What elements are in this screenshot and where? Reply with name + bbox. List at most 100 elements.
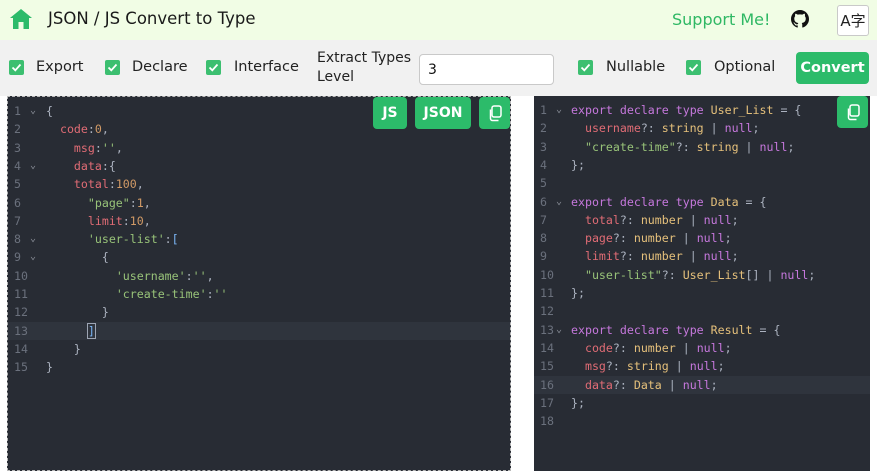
code-line[interactable]: 10 'username':'', xyxy=(8,267,510,285)
code-text: { xyxy=(46,104,53,118)
json-mode-button[interactable]: JSON xyxy=(415,97,471,129)
code-line[interactable]: 6 ⌄ export declare type Data = { xyxy=(534,193,870,211)
line-number: 11 xyxy=(540,286,554,300)
line-number: 17 xyxy=(540,395,554,410)
code-line[interactable]: 15} xyxy=(8,358,510,376)
line-number: 8 xyxy=(540,231,547,246)
translate-icon: A字 xyxy=(840,12,866,30)
code-line[interactable]: 5 xyxy=(534,174,870,192)
code-text: "page":1, xyxy=(87,195,151,210)
line-number: 8 xyxy=(14,232,21,247)
code-line[interactable]: 3 "create-time"?: string | null; xyxy=(534,138,870,156)
code-line[interactable]: 15 msg?: string | null; xyxy=(534,357,870,375)
nullable-checkbox[interactable] xyxy=(578,60,593,75)
options-toolbar: Export Declare Interface Extract Types L… xyxy=(0,40,877,96)
code-line[interactable]: 8 page?: number | null; xyxy=(534,229,870,247)
code-line[interactable]: 4}; xyxy=(534,156,870,174)
line-number: 12 xyxy=(540,304,554,319)
line-number: 7 xyxy=(540,212,547,227)
code-line[interactable]: 7 total?: number | null; xyxy=(534,211,870,229)
interface-checkbox[interactable] xyxy=(206,60,221,75)
code-line[interactable]: 11}; xyxy=(534,284,870,302)
code-line[interactable]: 12 xyxy=(534,302,870,320)
input-code-editor[interactable]: 1 ⌄{2 code:0, 3 msg:'', 4 ⌄ data:{5 total:10… xyxy=(7,96,511,471)
line-number: 15 xyxy=(540,359,554,374)
js-mode-button[interactable]: JS xyxy=(373,97,407,129)
code-line[interactable]: 5 total:100, xyxy=(8,175,510,193)
code-line[interactable]: 9 limit?: number | null; xyxy=(534,247,870,265)
extract-level-label: Extract Types Level xyxy=(317,50,412,85)
code-line[interactable]: 16 data?: Data | null; xyxy=(534,375,870,394)
code-line[interactable]: 18 xyxy=(534,412,870,430)
line-number: 6 xyxy=(14,195,21,210)
line-number: 13 xyxy=(540,322,554,337)
code-text: } xyxy=(46,360,53,375)
check-icon xyxy=(208,63,219,72)
line-number: 1 xyxy=(540,103,547,117)
fold-chevron-icon[interactable]: ⌄ xyxy=(556,101,562,119)
line-number: 14 xyxy=(14,341,28,356)
fold-chevron-icon[interactable]: ⌄ xyxy=(556,321,562,339)
code-line[interactable]: 14 } xyxy=(8,340,510,358)
code-line[interactable]: 17}; xyxy=(534,394,870,412)
code-line[interactable]: 7 limit:10, xyxy=(8,212,510,230)
line-number: 16 xyxy=(540,377,554,392)
code-text: msg?: string | null; xyxy=(584,359,725,374)
language-toggle-button[interactable]: A字 xyxy=(837,5,869,36)
output-code-editor[interactable]: 1 ⌄ export declare type User_List = {2 use… xyxy=(534,96,870,471)
line-number: 14 xyxy=(540,340,554,355)
code-line[interactable]: 3 msg:'', xyxy=(8,139,510,157)
optional-checkbox[interactable] xyxy=(686,60,701,75)
code-text: { xyxy=(101,250,109,265)
check-icon xyxy=(688,63,699,72)
check-icon xyxy=(580,63,591,72)
code-line[interactable]: 14 code?: number | null; xyxy=(534,339,870,357)
fold-chevron-icon[interactable]: ⌄ xyxy=(30,102,36,120)
code-line[interactable]: 9 ⌄ { xyxy=(8,248,510,266)
convert-button[interactable]: Convert xyxy=(796,52,869,84)
line-number: 5 xyxy=(14,177,21,192)
line-number: 3 xyxy=(14,140,21,155)
extract-level-input[interactable] xyxy=(419,54,554,85)
line-number: 11 xyxy=(14,287,28,301)
code-line[interactable]: 13 ] xyxy=(8,321,510,340)
code-line[interactable]: 6 "page":1, xyxy=(8,194,510,212)
check-icon xyxy=(107,63,118,72)
code-text: export declare type Data = { xyxy=(571,194,767,209)
code-text: }; xyxy=(571,157,585,172)
app-title: JSON / JS Convert to Type xyxy=(48,9,256,28)
code-line[interactable]: 13 ⌄ export declare type Result = { xyxy=(534,321,870,339)
export-label: Export xyxy=(36,59,84,75)
export-checkbox[interactable] xyxy=(9,60,24,75)
fold-chevron-icon[interactable]: ⌄ xyxy=(30,157,36,175)
support-link[interactable]: Support Me! xyxy=(672,10,770,29)
line-number: 9 xyxy=(540,249,547,264)
line-number: 2 xyxy=(14,122,21,137)
code-text: }; xyxy=(571,395,585,410)
code-line[interactable]: 10 "user-list"?: User_List[] | null; xyxy=(534,266,870,284)
line-number: 9 xyxy=(14,250,21,265)
fold-chevron-icon[interactable]: ⌄ xyxy=(30,230,36,248)
code-line[interactable]: 11 'create-time':'' xyxy=(8,285,510,303)
fold-chevron-icon[interactable]: ⌄ xyxy=(556,193,562,211)
code-text: page?: number | null; xyxy=(584,231,732,246)
copy-output-button[interactable] xyxy=(837,96,868,128)
code-text: 'create-time':'' xyxy=(115,287,228,301)
code-line[interactable]: 2 username?: string | null; xyxy=(534,119,870,137)
code-text: username?: string | null; xyxy=(584,121,760,136)
home-icon[interactable] xyxy=(9,8,33,30)
line-number: 6 xyxy=(540,194,547,209)
code-text: "create-time"?: string | null; xyxy=(584,139,795,154)
line-number: 2 xyxy=(540,121,547,136)
code-text: "user-list"?: User_List[] | null; xyxy=(584,267,816,282)
copy-input-button[interactable] xyxy=(479,97,510,129)
fold-chevron-icon[interactable]: ⌄ xyxy=(30,248,36,266)
code-text: data?: Data | null; xyxy=(584,377,718,392)
code-line[interactable]: 12 } xyxy=(8,303,510,321)
code-line[interactable]: 8 ⌄ 'user-list':[ xyxy=(8,230,510,248)
code-line[interactable]: 4 ⌄ data:{ xyxy=(8,157,510,175)
code-line[interactable]: 1 ⌄ export declare type User_List = { xyxy=(534,101,870,119)
declare-checkbox[interactable] xyxy=(105,60,120,75)
github-icon[interactable] xyxy=(791,10,809,28)
code-text: code:0, xyxy=(59,122,109,137)
